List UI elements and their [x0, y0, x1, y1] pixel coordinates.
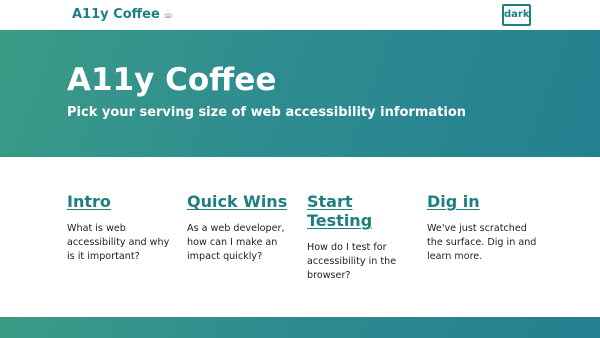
- quick-wins-link[interactable]: Quick Wins: [187, 192, 299, 211]
- site-header: A11y Coffee ☕ dark: [0, 0, 600, 30]
- serving-size-cards: Intro What is web accessibility and why …: [0, 157, 600, 317]
- card-description: We've just scratched the surface. Dig in…: [427, 223, 537, 262]
- page-subtitle: Pick your serving size of web accessibil…: [67, 105, 467, 120]
- brand-link[interactable]: A11y Coffee ☕: [72, 7, 174, 22]
- card-intro: Intro What is web accessibility and why …: [67, 192, 179, 264]
- brand-name: A11y Coffee: [72, 7, 160, 22]
- intro-link[interactable]: Intro: [67, 192, 179, 211]
- start-testing-link[interactable]: Start Testing: [307, 192, 419, 230]
- coffee-cup-icon: ☕: [162, 7, 174, 21]
- card-description: As a web developer, how can I make an im…: [187, 223, 285, 262]
- card-quick-wins: Quick Wins As a web developer, how can I…: [187, 192, 299, 264]
- dig-in-link[interactable]: Dig in: [427, 192, 539, 211]
- footer-band: [0, 317, 600, 338]
- page-title: A11y Coffee: [67, 62, 277, 98]
- hero-banner: A11y Coffee Pick your serving size of we…: [0, 30, 600, 157]
- card-description: What is web accessibility and why is it …: [67, 223, 170, 262]
- card-description: How do I test for accessibility in the b…: [307, 242, 397, 281]
- card-start-testing: Start Testing How do I test for accessib…: [307, 192, 419, 283]
- card-dig-in: Dig in We've just scratched the surface.…: [427, 192, 539, 264]
- dark-mode-toggle-button[interactable]: dark: [502, 4, 531, 26]
